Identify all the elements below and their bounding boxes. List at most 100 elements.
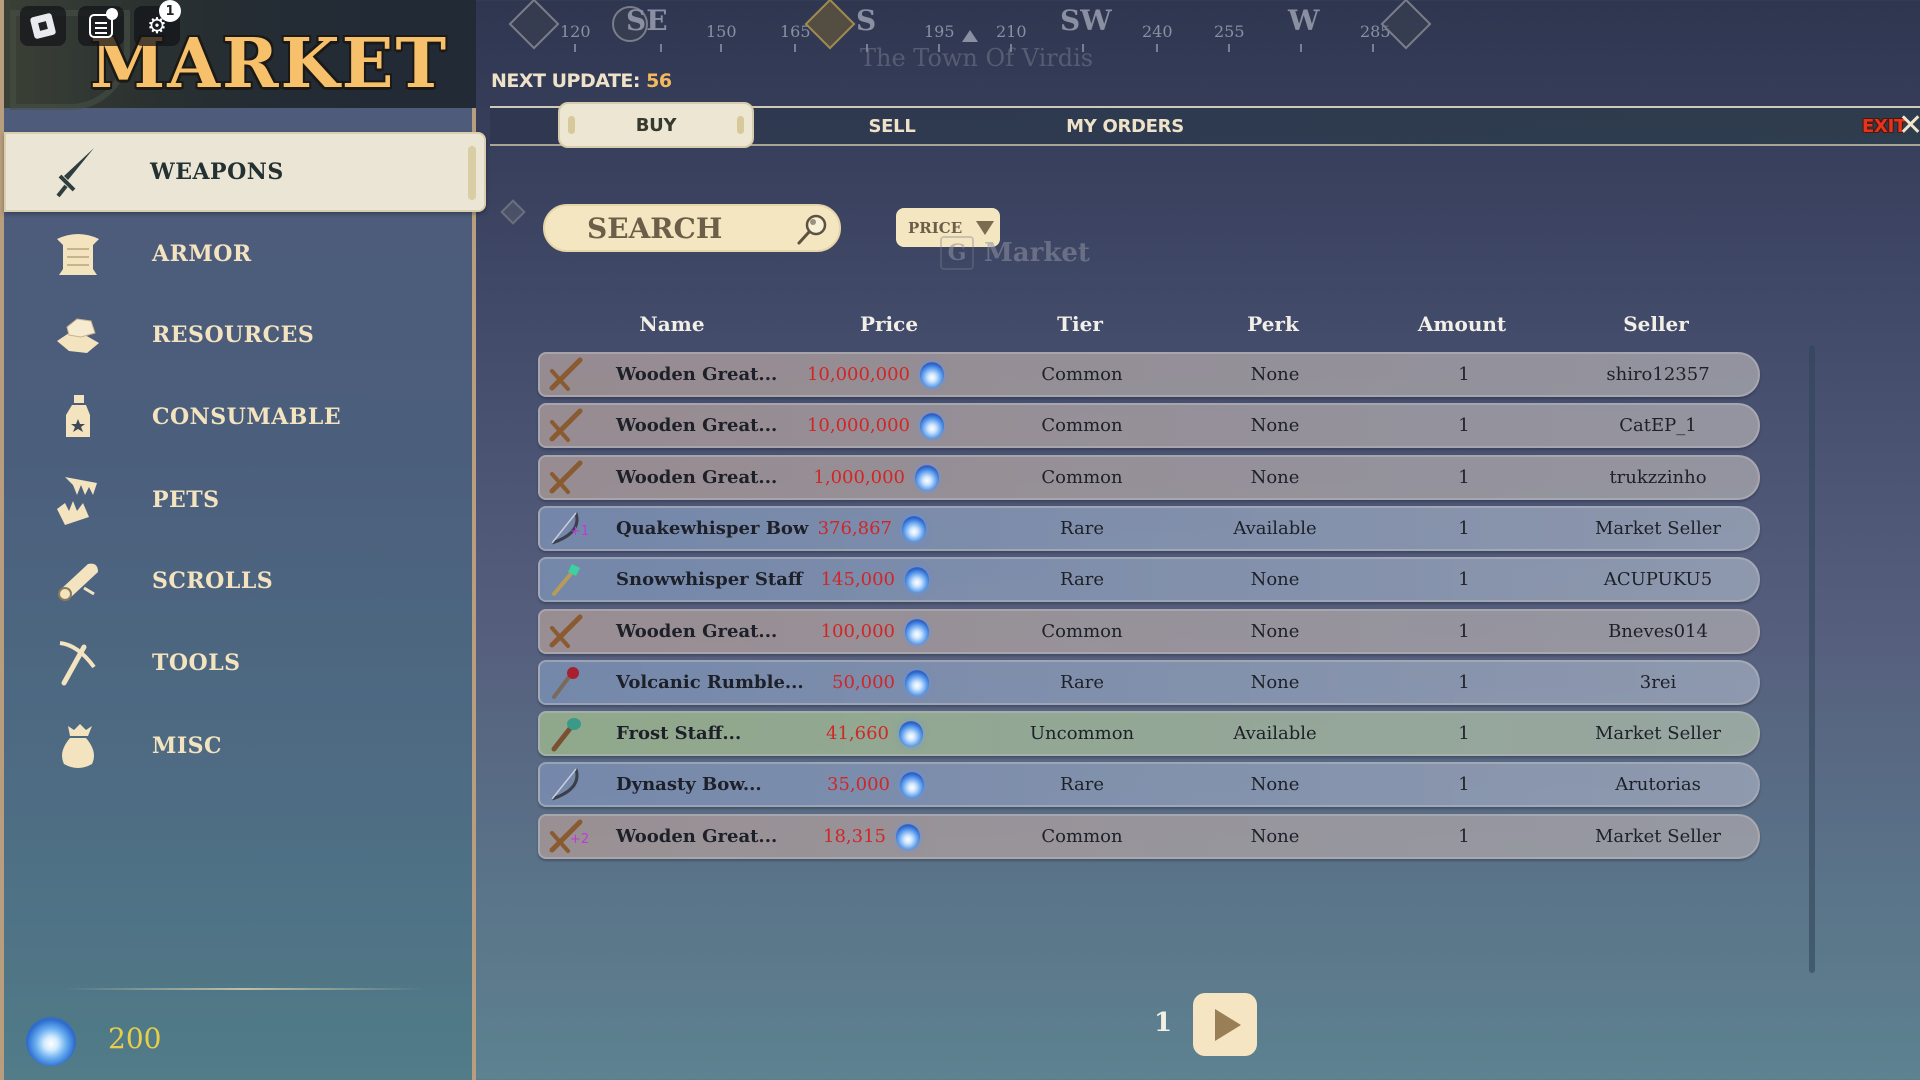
sidebar-item-label: CONSUMABLE — [152, 404, 342, 430]
spirit-flame-icon — [900, 772, 924, 799]
next-update-timer: NEXT UPDATE: 56 — [491, 70, 672, 92]
market-tabs: BUY SELL MY ORDERS EXIT ✕ — [490, 102, 1920, 148]
pickaxe-icon — [52, 637, 104, 689]
pouch-icon — [52, 720, 104, 772]
interact-prompt-label: Market — [984, 238, 1090, 268]
column-header-seller[interactable]: Seller — [1623, 312, 1689, 336]
interact-prompt: G Market — [940, 232, 1090, 274]
column-header-amount[interactable]: Amount — [1418, 312, 1506, 336]
next-update-value: 56 — [646, 70, 672, 92]
listing-row[interactable]: Wooden Great... 100,000 Common None 1 Bneves0… — [538, 608, 1760, 654]
compass-tick — [1300, 44, 1302, 52]
compass-degree: 195 — [924, 22, 955, 41]
sidebar-item-weapons[interactable]: WEAPONS — [4, 132, 486, 212]
listing-row[interactable]: Dynasty Bow... 35,000 Rare None 1 Arutorias — [538, 762, 1760, 808]
tab-buy[interactable]: BUY — [558, 102, 754, 148]
listing-row[interactable]: Frost Staff... 41,660 Uncommon Available 1 Ma… — [538, 711, 1760, 757]
sword-icon — [50, 146, 102, 198]
jaws-icon — [52, 474, 104, 526]
divider — [64, 988, 424, 990]
item-price: 50,000 — [832, 671, 895, 693]
compass-degree: 240 — [1142, 22, 1173, 41]
item-price: 35,000 — [827, 774, 890, 796]
tab-my-orders[interactable]: MY ORDERS — [1040, 108, 1210, 144]
column-header-perk[interactable]: Perk — [1247, 312, 1299, 336]
item-price: 10,000,000 — [806, 415, 910, 437]
spirit-flame-icon — [905, 669, 929, 696]
sidebar-item-consumable[interactable]: CONSUMABLE — [8, 377, 476, 457]
column-header-tier[interactable]: Tier — [1057, 312, 1103, 336]
potion-icon — [52, 391, 104, 443]
column-header-price[interactable]: Price — [860, 312, 918, 336]
page-number: 1 — [1154, 1008, 1173, 1038]
listings-scrollbar[interactable] — [1809, 345, 1815, 973]
close-icon[interactable]: ✕ — [1898, 108, 1920, 143]
listing-row[interactable]: Wooden Great... 1,000,000 Common None 1 trukz… — [538, 454, 1760, 500]
compass-direction: SW — [1060, 4, 1112, 37]
item-price: 145,000 — [820, 569, 895, 591]
sidebar-item-resources[interactable]: RESOURCES — [8, 295, 476, 375]
compass-tick — [794, 44, 796, 52]
sidebar-item-armor[interactable]: ARMOR — [8, 214, 476, 294]
compass-pointer-icon — [962, 30, 978, 42]
compass-degree: 150 — [706, 22, 737, 41]
compass-direction: S — [856, 4, 877, 37]
sidebar-item-label: WEAPONS — [150, 159, 284, 185]
spirit-flame-icon — [896, 823, 920, 850]
sidebar-item-tools[interactable]: TOOLS — [8, 623, 476, 703]
compass-tick — [720, 44, 722, 52]
listing-row[interactable]: Wooden Great... 10,000,000 Common None 1 shir… — [538, 352, 1760, 397]
spirit-flame-icon — [902, 515, 926, 542]
column-header-name[interactable]: Name — [639, 312, 704, 336]
spirit-flame-icon — [920, 362, 944, 388]
spirit-flame-icon — [915, 464, 939, 491]
listing-row[interactable]: +2 Wooden Great... 18,315 Common None 1 Market… — [538, 813, 1760, 859]
armor-icon — [52, 228, 104, 280]
quest-marker-icon — [508, 0, 560, 50]
currency-balance: 200 — [108, 1022, 162, 1055]
listing-row[interactable]: Volcanic Rumble... 50,000 Rare None 1 3rei — [538, 659, 1760, 705]
filter-marker-icon — [500, 199, 526, 225]
item-price: 376,867 — [817, 517, 892, 539]
category-sidebar: MARKET ⚙ 1 WEAPONS ARMOR RESOURCES CONSU… — [0, 0, 486, 1080]
next-page-button[interactable] — [1193, 993, 1257, 1056]
compass-tick — [1372, 44, 1374, 52]
location-name: The Town Of Virdis — [860, 44, 1094, 72]
compass-degree: 210 — [996, 22, 1027, 41]
compass-tick — [1156, 44, 1158, 52]
sidebar-item-label: ARMOR — [152, 241, 252, 267]
compass-tick — [574, 44, 576, 52]
sidebar-item-scrolls[interactable]: SCROLLS — [8, 541, 476, 621]
play-arrow-icon — [1215, 1008, 1241, 1041]
compass-tick — [660, 44, 662, 52]
search-field[interactable] — [543, 204, 841, 252]
listing-row[interactable]: +1 Quakewhisper Bow 376,867 Rare Available 1 M… — [538, 505, 1760, 551]
spirit-flame-icon — [905, 567, 929, 594]
scroll-icon — [52, 555, 104, 607]
town-marker-icon — [804, 0, 856, 50]
tab-sell[interactable]: SELL — [832, 108, 952, 144]
item-price: 100,000 — [820, 620, 895, 642]
search-icon[interactable] — [795, 212, 829, 246]
search-input[interactable] — [587, 211, 787, 245]
sidebar-item-label: PETS — [152, 487, 220, 513]
notification-badge: 1 — [159, 0, 181, 22]
chat-notification-dot — [106, 8, 118, 20]
listing-row[interactable]: Snowwhisper Staff 145,000 Rare None 1 ACUPUKU… — [538, 557, 1760, 603]
item-price: 10,000,000 — [806, 364, 910, 385]
compass-degree: 255 — [1214, 22, 1245, 41]
sidebar-item-label: TOOLS — [152, 650, 241, 676]
listing-row[interactable]: Wooden Great... 10,000,000 Common None 1 CatE… — [538, 403, 1760, 449]
ingots-icon — [52, 309, 104, 361]
sidebar-item-label: SCROLLS — [152, 568, 274, 594]
keybind-key: G — [940, 236, 974, 270]
sidebar-item-pets[interactable]: PETS — [8, 460, 476, 540]
compass-tick — [1228, 44, 1230, 52]
spirit-flame-icon — [899, 721, 923, 748]
sidebar-item-misc[interactable]: MISC — [8, 706, 476, 786]
roblox-menu-button[interactable] — [20, 6, 66, 46]
spirit-flame-icon — [26, 1016, 76, 1066]
spirit-flame-icon — [920, 413, 944, 440]
item-price: 41,660 — [826, 723, 889, 745]
item-price: 1,000,000 — [813, 466, 905, 488]
